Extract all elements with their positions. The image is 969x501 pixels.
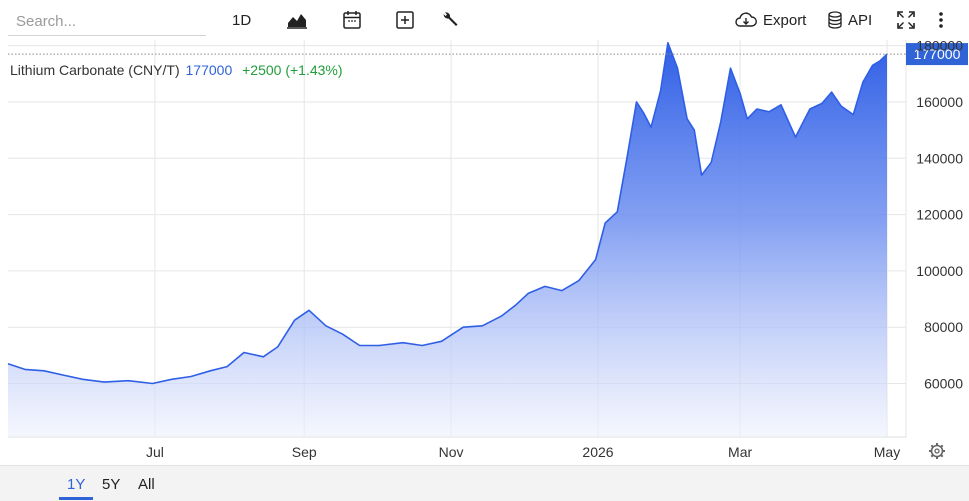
calendar-button[interactable] [342,6,362,34]
price-change: +2500 (+1.43%) [242,62,343,78]
wrench-icon [440,10,460,30]
y-tick-label: 140000 [916,150,963,166]
y-tick-label: 60000 [924,376,963,392]
instrument-header: Lithium Carbonate (CNY/T) 177000 +2500 (… [10,62,343,78]
search-input[interactable] [8,8,206,36]
chart-settings-gear-icon[interactable] [929,443,945,459]
settings-button[interactable] [440,6,460,34]
chart-type-icon [286,11,308,29]
gear-hub [934,448,940,454]
y-tick-label: 180000 [916,40,963,54]
y-tick-label: 120000 [916,207,963,223]
price-chart[interactable]: 177000 Jul Sep Nov 2026 Mar May 60000 80000 100… [0,40,969,465]
x-tick-label: May [874,444,900,460]
compare-plus-icon [395,10,415,30]
x-tick-label: Sep [292,444,317,460]
x-tick-label: Jul [146,444,164,460]
x-tick-label: Nov [439,444,464,460]
y-tick-label: 160000 [916,94,963,110]
api-label: API [848,11,873,29]
fullscreen-button[interactable] [896,6,916,34]
export-label: Export [763,11,807,29]
gear-tooth [940,444,944,448]
gear-tooth [930,454,934,458]
chart-type-button[interactable] [286,6,308,34]
more-menu-button[interactable] [936,6,946,34]
interval-label: 1D [232,11,252,29]
range-selector-bar: 1Y 5Y All [0,465,969,501]
x-tick-label: 2026 [582,444,613,460]
export-button[interactable]: Export [735,6,806,34]
gear-ring [930,444,944,458]
range-1y-button[interactable]: 1Y [67,476,85,493]
database-icon [828,11,842,29]
y-tick-label: 80000 [924,319,963,335]
more-vertical-icon [936,10,946,30]
range-all-button[interactable]: All [138,476,155,493]
y-tick-label: 100000 [916,263,963,279]
calendar-icon [342,10,362,30]
gear-tooth [930,444,934,448]
fullscreen-icon [896,10,916,30]
gear-tooth [940,454,944,458]
instrument-name: Lithium Carbonate (CNY/T) [10,62,180,78]
last-price: 177000 [185,62,233,78]
x-tick-label: Mar [728,444,752,460]
compare-button[interactable] [395,6,415,34]
interval-button[interactable]: 1D [232,6,251,34]
api-button[interactable]: API [828,6,872,34]
chart-area[interactable]: 177000 Jul Sep Nov 2026 Mar May 60000 80000 100… [0,40,969,465]
range-5y-button[interactable]: 5Y [102,476,120,493]
toolbar: 1D [0,0,969,40]
cloud-download-icon [735,12,757,28]
